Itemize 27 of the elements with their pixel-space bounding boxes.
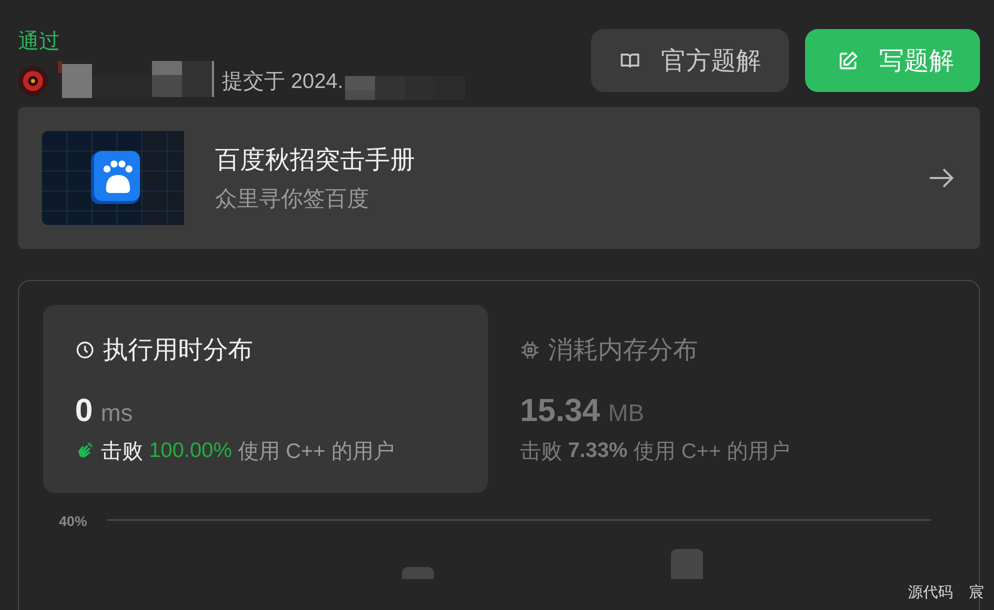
promo-banner[interactable]: 百度秋招突击手册 众里寻你签百度 (18, 107, 980, 249)
stat-value: 15.34 (520, 392, 600, 429)
chip-icon (520, 340, 540, 360)
card-title: 执行用时分布 (103, 335, 253, 366)
beat-label: 击败 (101, 439, 143, 465)
beat-description: 使用 C++ 的用户 (634, 439, 790, 465)
banner-subtitle: 众里寻你签百度 (215, 184, 370, 212)
solution-button[interactable]: 官方题解 (591, 29, 789, 92)
stat-unit: ms (100, 400, 133, 428)
beat-percent: 7.33% (568, 439, 628, 463)
axis-label: 40% (59, 513, 88, 531)
clock-icon (75, 340, 95, 360)
stat-card[interactable]: 消耗内存分布 15.34 MB 击败 7.33% 使用 C++ 的用户 (488, 305, 933, 493)
stat-value: 0 (75, 392, 93, 429)
beat-description: 使用 C++ 的用户 (238, 439, 394, 465)
stat-card[interactable]: 执行用时分布 0 ms 击败 100.00% 使用 C++ 的用户 (43, 305, 488, 493)
floating-label[interactable]: 源代码 (908, 583, 953, 602)
status-label: 通过 (18, 29, 61, 55)
stat-unit: MB (608, 400, 644, 428)
card-title: 消耗内存分布 (548, 335, 698, 366)
edit-icon (837, 50, 859, 72)
beat-percent: 100.00% (149, 439, 232, 463)
banner-title: 百度秋招突击手册 (215, 144, 416, 176)
avatar[interactable] (18, 66, 48, 96)
beat-label: 击败 (520, 439, 562, 465)
floating-label[interactable]: 宸 (969, 583, 984, 602)
submitted-time: 提交于 2024. (222, 69, 344, 95)
